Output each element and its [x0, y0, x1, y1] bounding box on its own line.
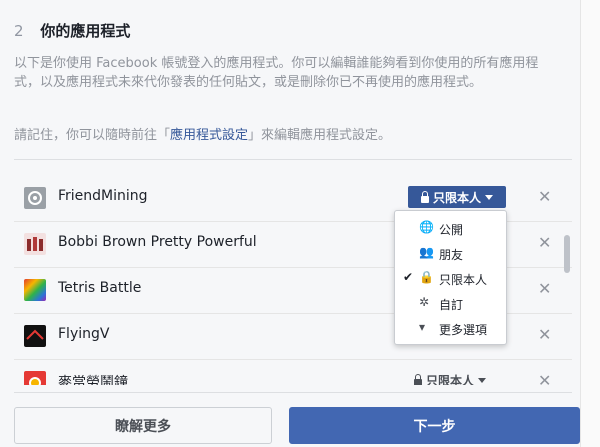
app-name: FlyingV	[58, 326, 110, 342]
menu-item-friends[interactable]: 👥 朋友	[395, 242, 506, 264]
mcdonalds-alarm-icon	[24, 371, 46, 385]
app-name: FriendMining	[58, 188, 148, 204]
lock-icon: 🔒	[419, 270, 434, 284]
app-name: Tetris Battle	[58, 280, 142, 296]
menu-item-public[interactable]: 🌐 公開	[395, 217, 506, 239]
caret-down-icon: ▾	[419, 320, 426, 334]
chevron-down-icon	[478, 378, 487, 383]
remove-app-button[interactable]: ✕	[538, 233, 551, 252]
menu-item-label: 自訂	[439, 298, 464, 312]
right-rail	[580, 0, 600, 447]
privacy-label: 只限本人	[426, 374, 475, 385]
chevron-down-icon	[485, 194, 493, 200]
menu-item-more-options[interactable]: ▾ 更多選項	[395, 317, 506, 339]
menu-item-label: 只限本人	[439, 273, 488, 287]
gear-icon: ✲	[419, 295, 430, 309]
lock-icon	[414, 374, 422, 385]
section-header: 2 你的應用程式	[14, 20, 130, 41]
lock-icon	[420, 190, 429, 203]
step-number: 2	[14, 22, 24, 40]
note-suffix: 」來編輯應用程式設定。	[248, 128, 392, 143]
app-settings-link[interactable]: 應用程式設定	[170, 128, 248, 143]
bobbi-brown-icon	[24, 233, 46, 255]
menu-item-only-me[interactable]: ✔ 🔒 只限本人	[395, 267, 506, 289]
app-name: Bobbi Brown Pretty Powerful	[58, 234, 257, 250]
section-description: 以下是你使用 Facebook 帳號登入的應用程式。你可以編輯誰能夠看到你使用的…	[14, 56, 539, 90]
app-row-mcdonalds-alarm: 麥當勞鬧鐘 只限本人 ✕	[14, 359, 572, 385]
menu-item-label: 朋友	[439, 248, 464, 262]
learn-more-button[interactable]: 瞭解更多	[14, 407, 272, 444]
menu-item-custom[interactable]: ✲ 自訂	[395, 292, 506, 314]
checkmark-icon: ✔	[403, 270, 414, 284]
note-prefix: 請記住，你可以隨時前往「	[14, 128, 171, 143]
gear-icon	[24, 187, 46, 209]
list-scrollbar[interactable]	[564, 235, 570, 273]
remove-app-button[interactable]: ✕	[538, 371, 551, 385]
remove-app-button[interactable]: ✕	[538, 279, 551, 298]
flyingv-icon	[24, 325, 46, 347]
privacy-selector-button[interactable]: 只限本人	[408, 186, 506, 208]
divider	[14, 159, 572, 160]
privacy-selector-button[interactable]: 只限本人	[414, 372, 487, 385]
tetris-icon	[24, 279, 46, 301]
section-title: 你的應用程式	[40, 22, 131, 40]
menu-item-label: 更多選項	[439, 323, 488, 337]
next-button[interactable]: 下一步	[289, 407, 580, 444]
menu-item-label: 公開	[439, 223, 464, 237]
privacy-label: 只限本人	[432, 190, 481, 205]
remove-app-button[interactable]: ✕	[538, 187, 551, 206]
remove-app-button[interactable]: ✕	[538, 325, 551, 344]
settings-note: 請記住，你可以隨時前往「應用程式設定」來編輯應用程式設定。	[14, 126, 559, 145]
friends-icon: 👥	[419, 245, 434, 259]
privacy-dropdown-menu: 🌐 公開 👥 朋友 ✔ 🔒 只限本人 ✲ 自訂 ▾ 更多選項	[394, 210, 507, 345]
globe-icon: 🌐	[419, 220, 434, 234]
app-name: 麥當勞鬧鐘	[58, 375, 128, 385]
divider	[14, 392, 572, 393]
